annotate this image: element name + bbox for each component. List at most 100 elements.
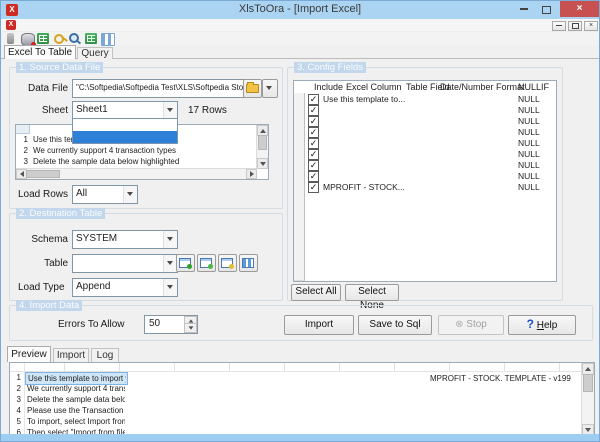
save-to-sql-button[interactable]: Save to Sql [358, 315, 432, 335]
scroll-thumb[interactable] [26, 170, 60, 178]
empty-grid-row [294, 192, 556, 204]
tab-excel-to-table[interactable]: Excel To Table [4, 45, 76, 59]
config-grid-row[interactable]: ✓ NULL [294, 170, 556, 182]
arrow-up-icon [259, 128, 266, 133]
preview-cell[interactable]: Please use the Transaction Type a [25, 405, 126, 416]
close-button[interactable]: × [560, 1, 599, 17]
edit-table-button[interactable] [218, 254, 237, 272]
load-type-combobox[interactable]: Append [72, 278, 178, 297]
sheet-value: Sheet1 [76, 104, 108, 115]
table-combobox[interactable] [72, 254, 178, 273]
maximize-button[interactable] [537, 3, 556, 16]
stop-button: ⊗ Stop [438, 315, 504, 335]
load-type-combo-arrow[interactable] [163, 279, 177, 296]
search-icon[interactable] [69, 33, 79, 43]
help-button[interactable]: ? Help [508, 315, 576, 335]
row-number: 2 [23, 146, 28, 155]
import-group-caption: 4. Import Data [16, 300, 83, 311]
recent-files-dropdown-button[interactable] [262, 79, 278, 98]
config-grid-row[interactable]: ✓ MPROFIT - STOCK... NULL [294, 181, 556, 193]
errors-to-allow-spinner[interactable]: 50 [144, 315, 198, 334]
row-number: 1 [16, 373, 21, 382]
preview-grid-row[interactable]: 4 Please use the Transaction Type a [10, 405, 582, 416]
tab-import[interactable]: Import [53, 348, 89, 362]
pencil-icon [229, 264, 234, 269]
mdi-close-button[interactable]: × [584, 21, 598, 31]
excel-icon[interactable] [85, 33, 97, 44]
arrow-up-icon [585, 367, 591, 371]
columns-button[interactable] [239, 254, 258, 272]
sheet-combo-arrow[interactable] [163, 102, 177, 119]
tab-query[interactable]: Query [77, 47, 113, 59]
chevron-down-icon [167, 261, 173, 265]
config-grid-row[interactable]: ✓ NULL [294, 115, 556, 127]
nullif-cell: NULL [518, 138, 540, 148]
config-grid-row[interactable]: ✓ NULL [294, 137, 556, 149]
minimize-button[interactable] [514, 3, 533, 16]
preview-grid-row[interactable]: 2 We currently support 4 transaction [10, 383, 582, 394]
config-grid-row[interactable]: ✓ NULL [294, 159, 556, 171]
refresh-icon [208, 264, 213, 269]
config-grid-row[interactable]: ✓ NULL [294, 104, 556, 116]
schema-combobox[interactable]: SYSTEM [72, 230, 178, 249]
preview-grid-row[interactable]: 5 To import, select Import from the m [10, 416, 582, 427]
mdi-document-icon: X [6, 20, 16, 30]
chevron-down-icon [167, 108, 173, 112]
sheet-label: Sheet [41, 105, 68, 116]
schema-combo-arrow[interactable] [163, 231, 177, 248]
menubar: X × [1, 19, 599, 32]
source-grid-row[interactable]: 3 Delete the sample data below highlighte… [16, 156, 256, 167]
col-header-excel-column: Excel Column [346, 82, 402, 92]
scroll-right-button[interactable] [246, 169, 257, 179]
config-grid-row[interactable]: ✓ NULL [294, 126, 556, 138]
preview-grid-row[interactable]: 3 Delete the sample data below high [10, 394, 582, 405]
preview-cell[interactable]: Delete the sample data below high [25, 394, 126, 405]
nullif-cell: NULL [518, 105, 540, 115]
scroll-thumb[interactable] [258, 135, 267, 150]
col-header-include: Include [314, 82, 344, 92]
scroll-down-button[interactable] [257, 158, 268, 169]
data-file-input[interactable]: "C:\Softpedia\Softpedia Test\XLS\Softped… [72, 79, 245, 98]
table-combo-arrow[interactable] [163, 255, 177, 272]
tab-preview[interactable]: Preview [7, 346, 51, 362]
spinner-down-button[interactable] [184, 323, 197, 333]
schema-label: Schema [31, 234, 68, 245]
load-type-value: Append [76, 281, 111, 292]
mdi-restore-button[interactable] [568, 21, 582, 31]
source-grid-hscrollbar[interactable] [16, 168, 257, 179]
tab-log[interactable]: Log [91, 348, 119, 362]
preview-cell[interactable]: To import, select Import from the m [25, 416, 126, 427]
chevron-down-icon [127, 192, 133, 196]
source-grid-row[interactable]: 2 We currently support 4 transaction type… [16, 145, 256, 156]
excel-import-icon[interactable] [37, 33, 49, 44]
browse-file-button[interactable] [243, 79, 262, 98]
refresh-table-button[interactable] [197, 254, 216, 272]
cell-text: We currently support 4 transaction [27, 384, 125, 393]
scroll-thumb[interactable] [583, 374, 593, 392]
help-label: Help [536, 320, 558, 331]
source-group-caption: 1. Source Data File [16, 62, 104, 73]
import-button[interactable]: Import [284, 315, 354, 335]
preview-cell[interactable]: We currently support 4 transaction [25, 383, 126, 394]
sheet-dropdown-item[interactable] [73, 119, 177, 131]
load-rows-combobox[interactable]: All [72, 185, 138, 204]
cell-text: Use this template to import your sto [28, 374, 126, 383]
sheet-dropdown-item[interactable] [73, 131, 177, 143]
config-grid-row[interactable]: ✓ NULL [294, 148, 556, 160]
mdi-minimize-button[interactable] [552, 21, 566, 31]
config-grid-row[interactable]: ✓ Use this template to... NULL [294, 93, 556, 105]
config-grid: Include Excel Column Table Field Date/Nu… [293, 80, 557, 282]
select-all-button[interactable]: Select All [291, 284, 341, 301]
key-icon[interactable] [54, 34, 64, 44]
data-file-value: "C:\Softpedia\Softpedia Test\XLS\Softped… [76, 83, 244, 92]
row-number: 4 [16, 406, 21, 415]
load-rows-combo-arrow[interactable] [123, 186, 137, 203]
connect-icon[interactable] [7, 33, 14, 44]
nullif-cell: NULL [518, 160, 540, 170]
preview-grid-vscrollbar[interactable] [581, 363, 594, 436]
excel-column-cell: Use this template to... [323, 94, 406, 104]
config-fields-group: 3. Config Fields Include Excel Column Ta… [287, 62, 563, 311]
select-none-button[interactable]: Select None [345, 284, 399, 311]
create-table-button[interactable] [176, 254, 195, 272]
source-grid-vscrollbar[interactable] [256, 125, 268, 169]
